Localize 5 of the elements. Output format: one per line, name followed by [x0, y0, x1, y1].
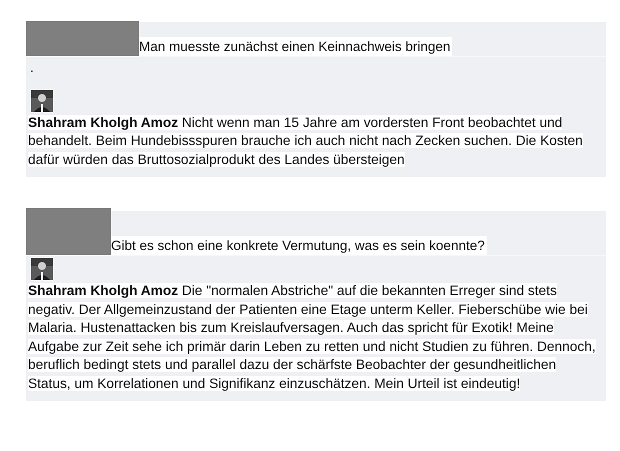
- dot-separator: .: [30, 59, 34, 77]
- comment-text: Man muesste zunächst einen Keinnachweis bringen: [139, 36, 452, 56]
- comment-text: Gibt es schon eine konkrete Vermutung, was es sein koennte?: [111, 236, 487, 255]
- reply-text: Shahram Kholgh Amoz Die "normalen Abstriche" auf die bekannten Erreger sind stets negativ. Der Allgemeinzustand der Patienten eine Etage unterm Keller. Fieberschübe wie bei Malaria. Hustenattacken bis zum Kreislaufversagen. Auch das spricht für Exotik! Meine Aufgabe zur Zeit sehe ich primär darin Leben zu retten und nicht Studien zu führen. Dennoch, beruflich bedingt stets und parallel dazu der schärfste Beobachter der gesundheitlichen Status, um Korrelationen und Signifikanz einzuschätzen. Mein Urteil ist eindeutig!: [28, 282, 597, 393]
- reply-text: Shahram Kholgh Amoz Nicht wenn man 15 Jahre am vordersten Front beobachtet und behandelt. Beim Hundebissspuren brauche ich auch nicht nach Zecken suchen. Die Kosten dafür würden das Bruttosozialprodukt des Landes übersteigen: [28, 114, 584, 169]
